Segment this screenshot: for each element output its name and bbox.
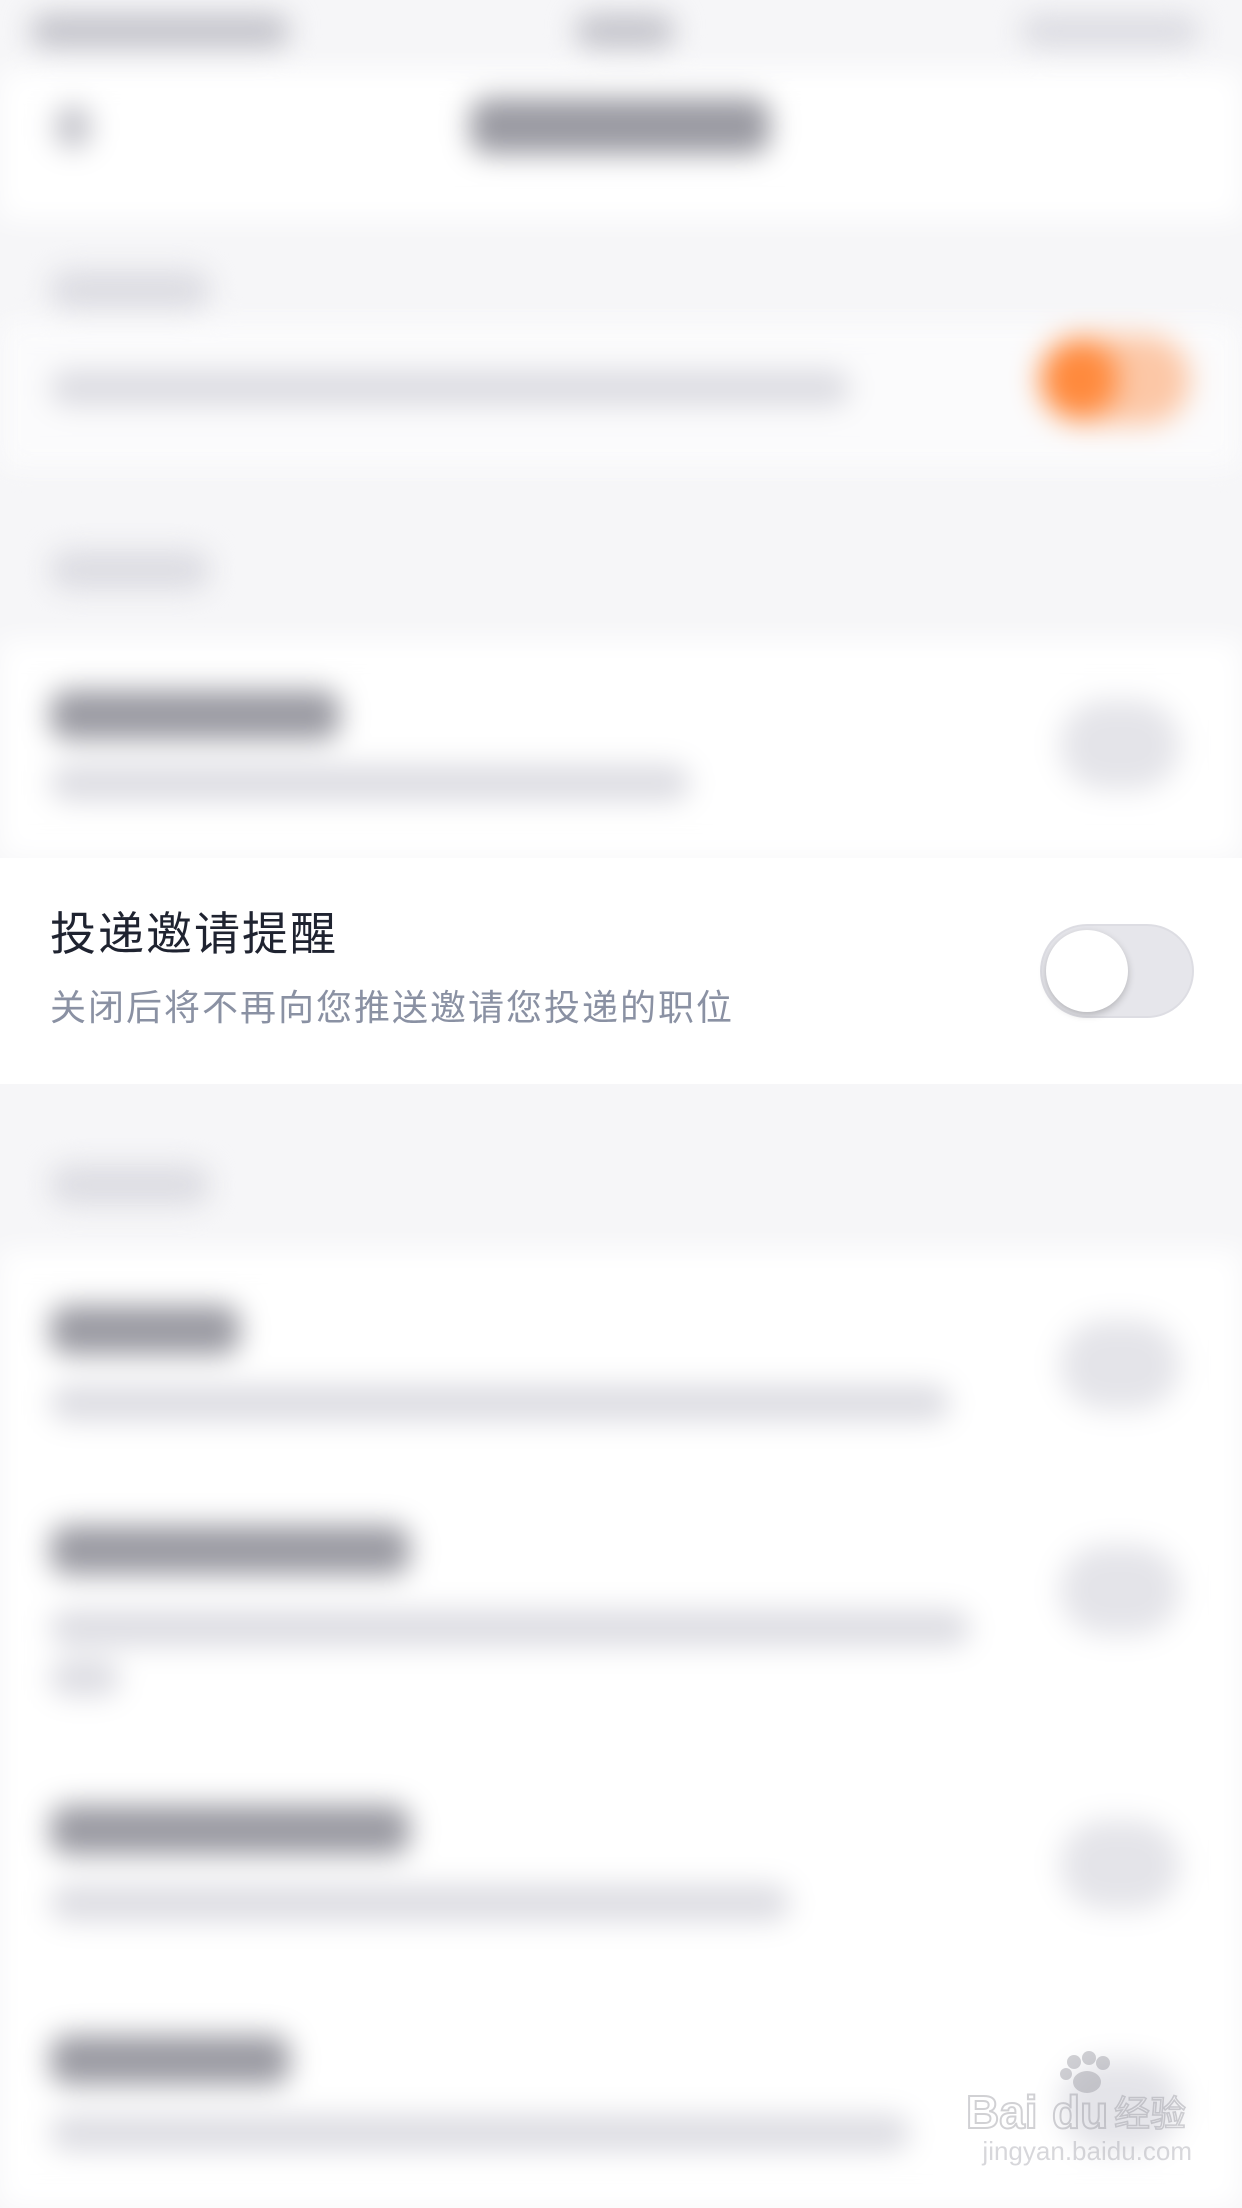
- watermark-url: jingyan.baidu.com: [982, 2136, 1192, 2166]
- setting-row-2-title: [50, 690, 340, 740]
- setting-row-4-desc-2: [50, 1660, 120, 1696]
- svg-text:经验: 经验: [1114, 2094, 1186, 2135]
- setting-row-2[interactable]: [0, 640, 1242, 858]
- setting-row-2-toggle[interactable]: [1060, 700, 1180, 790]
- status-bar-center: [575, 14, 675, 48]
- setting-row-1-toggle-knob: [1040, 340, 1118, 418]
- settings-screen: 投递邀请提醒 关闭后将不再向您推送邀请您投递的职位 Bai du 经验 jing…: [0, 0, 1242, 2208]
- setting-row-2-desc: [50, 765, 690, 801]
- setting-row-4-desc: [50, 1610, 970, 1646]
- page-title: [470, 98, 770, 154]
- setting-row-5-title: [50, 1805, 410, 1855]
- invitation-reminder-toggle[interactable]: [1040, 924, 1194, 1018]
- setting-title: 投递邀请提醒: [50, 907, 338, 961]
- setting-row-5-toggle[interactable]: [1060, 1820, 1180, 1910]
- setting-row-3-desc: [50, 1385, 950, 1421]
- setting-row-6-desc: [50, 2115, 910, 2151]
- back-icon[interactable]: [55, 105, 91, 149]
- setting-row-5-desc: [50, 1885, 790, 1921]
- baidu-watermark: Bai du 经验 jingyan.baidu.com: [962, 2048, 1192, 2168]
- section-header-1: [50, 270, 210, 310]
- setting-row-4-title: [50, 1525, 410, 1575]
- svg-text:Bai: Bai: [966, 2086, 1038, 2138]
- setting-row-6-title: [50, 2035, 290, 2085]
- status-bar-left: [30, 14, 290, 48]
- blurred-background: [0, 0, 1242, 2208]
- toggle-knob: [1046, 930, 1128, 1012]
- setting-row-4-toggle[interactable]: [1060, 1545, 1180, 1635]
- setting-row-1-desc: [50, 370, 850, 406]
- status-bar-right: [1020, 14, 1200, 48]
- section-header-3: [50, 1165, 210, 1205]
- setting-row-3-toggle[interactable]: [1060, 1320, 1180, 1410]
- setting-description: 关闭后将不再向您推送邀请您投递的职位: [50, 988, 735, 1029]
- svg-text:du: du: [1052, 2086, 1108, 2138]
- setting-row-3-title: [50, 1305, 240, 1355]
- section-header-2: [50, 550, 210, 590]
